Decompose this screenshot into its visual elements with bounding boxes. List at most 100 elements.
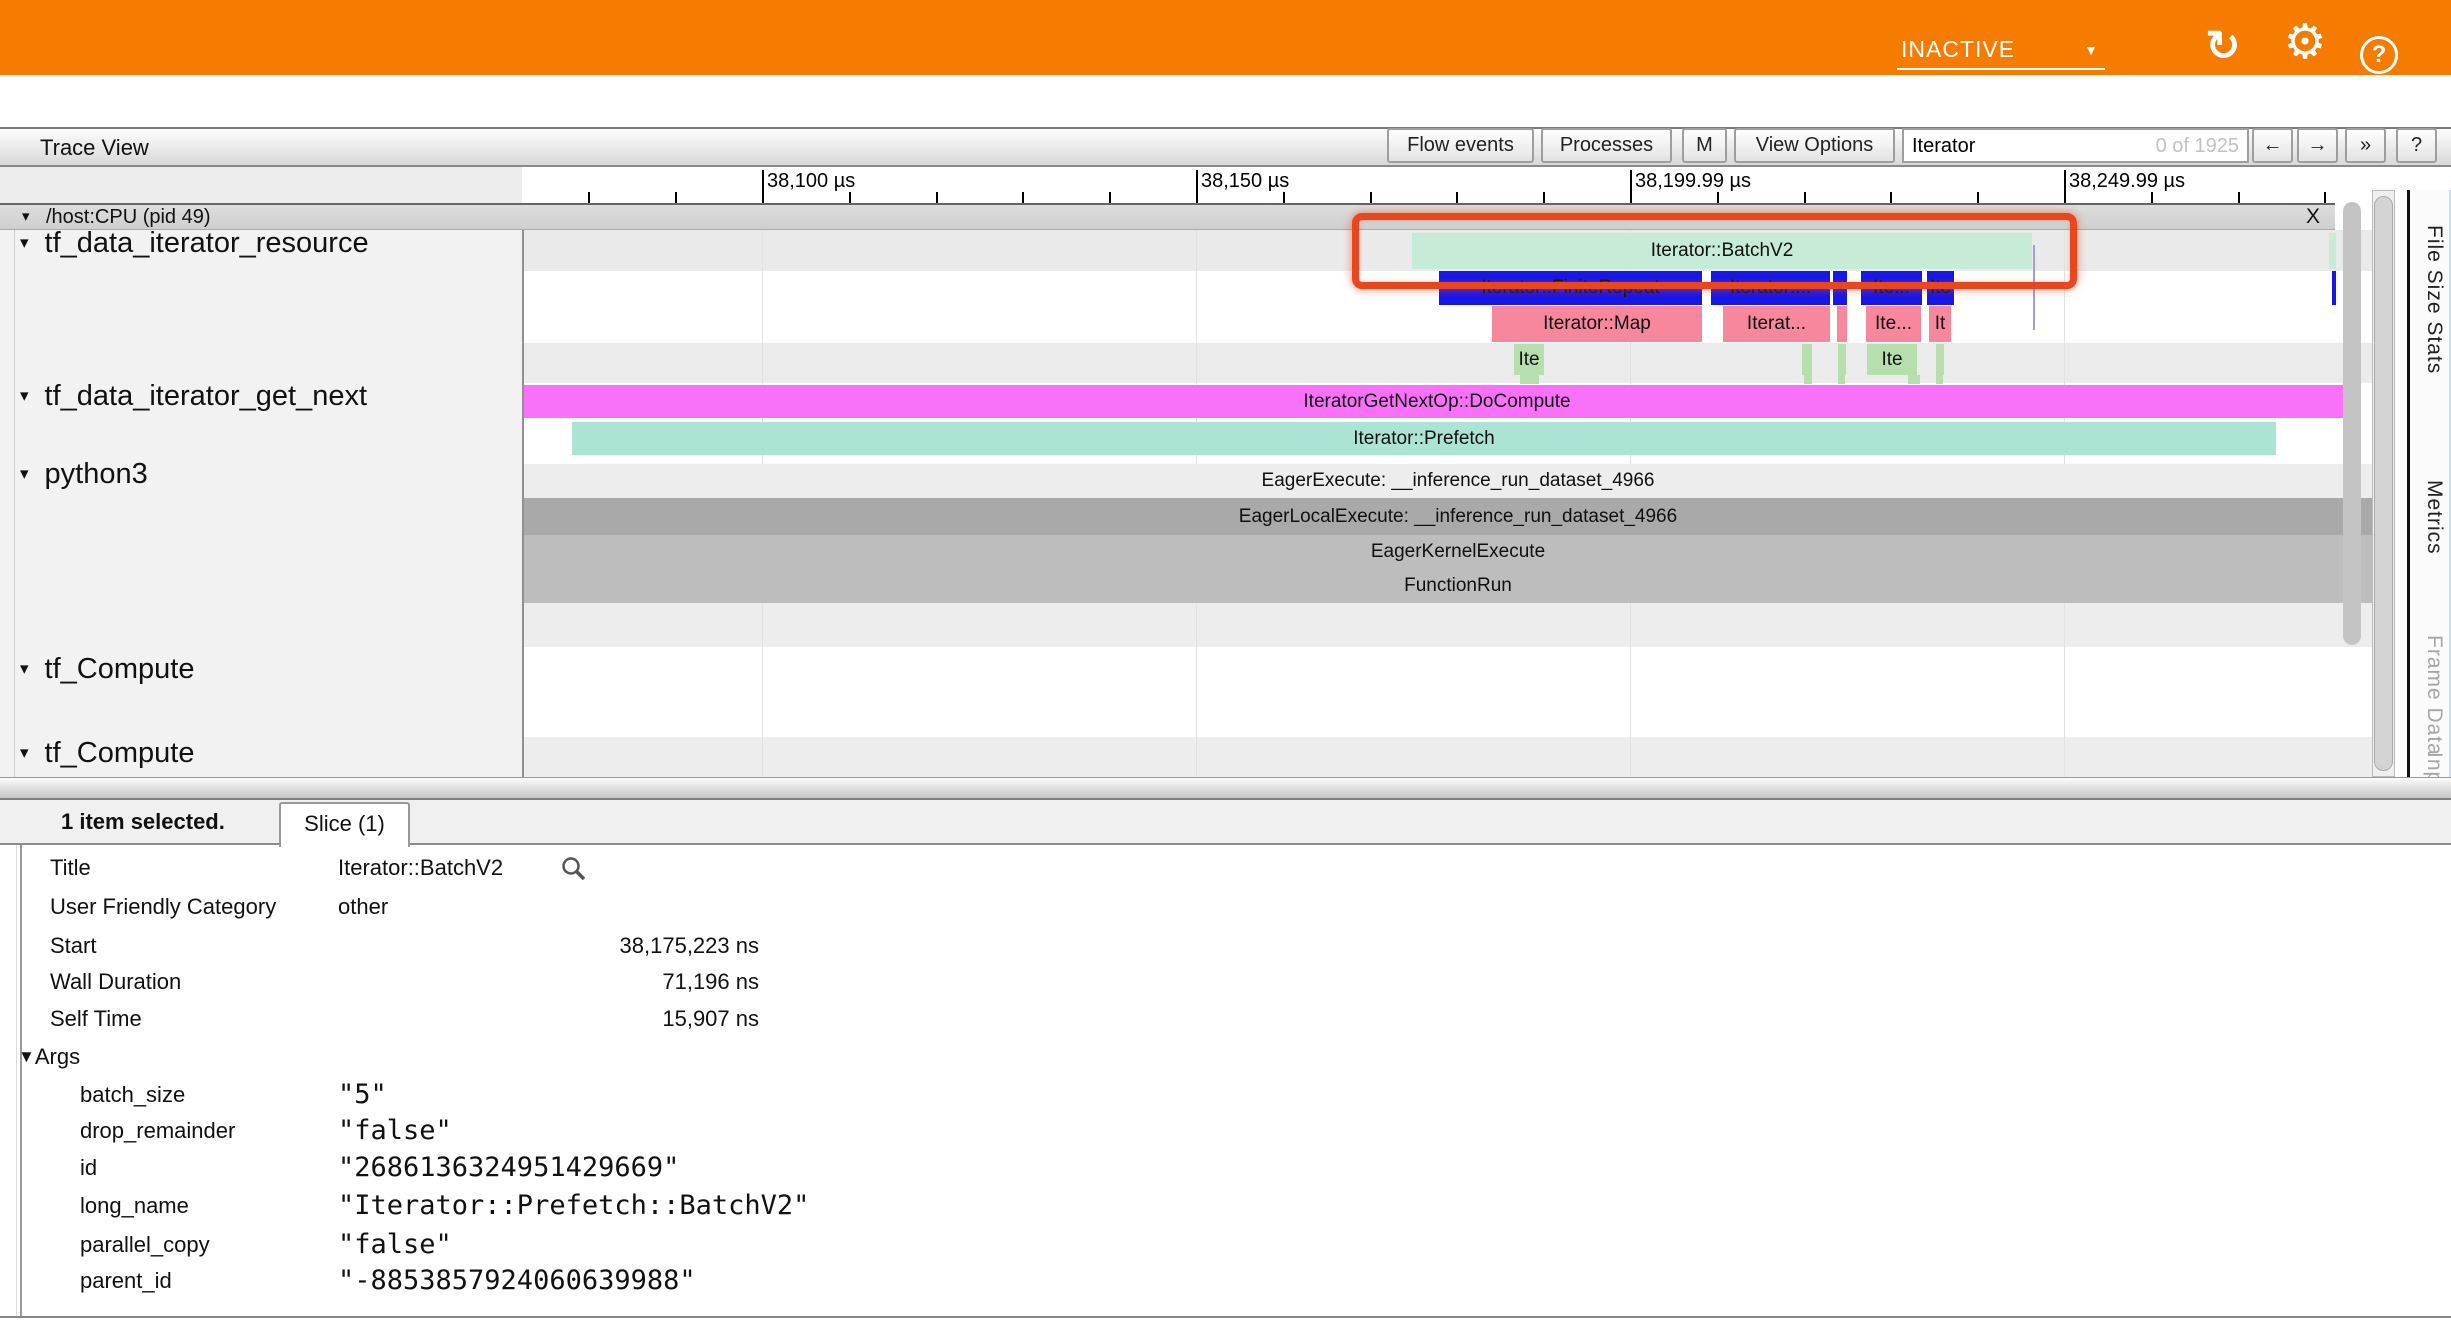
trace-event-bar[interactable]: FunctionRun [524,569,2392,603]
track-label-text: tf_data_iterator_resource [45,227,369,259]
trace-event-bar[interactable]: EagerKernelExecute [524,535,2392,569]
trace-event-bar[interactable]: Iterator::Map [1492,306,1702,342]
args-label: Args [35,1044,80,1069]
ruler-minor-tick [2324,192,2326,203]
trace-event-bar[interactable] [1838,375,1845,384]
arg-row-batch-size: batch_size"5" [0,1076,1000,1114]
trace-event-bar[interactable]: Iterator::BatchV2 [1412,233,2032,269]
canvas-scrollbar-thumb[interactable] [2343,202,2361,645]
trace-event-bar[interactable] [1520,375,1539,384]
triangle-down-icon: ▾ [20,233,29,252]
trace-event-bar[interactable] [1936,344,1944,375]
detail-row-user-friendly-category: User Friendly Categoryother [0,888,1000,926]
arg-row-drop-remainder: drop_remainder"false" [0,1112,1000,1150]
trace-event-bar[interactable]: Iterator:... [1711,271,1830,305]
help-icon[interactable]: ? [2360,36,2398,74]
track-label-text: python3 [45,458,148,490]
trace-event-bar[interactable] [2329,233,2336,269]
arg-label: drop_remainder [80,1112,235,1150]
trace-event-bar[interactable] [1936,375,1943,384]
trace-event-bar[interactable]: Ite [1927,271,1954,305]
ruler-minor-tick [1804,192,1806,203]
ruler-minor-tick [1977,192,1979,203]
toolbar-button-processes[interactable]: Processes [1541,128,1672,163]
event-edge-marker [2033,245,2035,330]
trace-event-bar[interactable]: EagerExecute: __inference_run_dataset_49… [524,464,2392,498]
close-icon[interactable]: X [2306,205,2320,229]
timeline-canvas[interactable]: Iterator::BatchV2Iterator::FiniteRepeatI… [524,230,2392,777]
magnifier-icon[interactable] [560,855,588,883]
sidebar-tab-file-size-stats[interactable]: File Size Stats [2416,225,2446,374]
trace-event-bar[interactable]: Ite [1514,344,1544,375]
trace-event-bar[interactable] [1802,344,1812,375]
trace-event-bar[interactable]: Iterator::Prefetch [572,422,2276,455]
gear-icon[interactable]: ⚙ [2278,18,2332,68]
triangle-down-icon: ▾ [20,386,29,405]
refresh-icon[interactable]: ↻ [2198,24,2248,68]
track-label-tf-compute-4[interactable]: ▾tf_Compute [20,737,194,770]
trace-event-bar[interactable] [2332,271,2336,305]
track-label-tf-compute-3[interactable]: ▾tf_Compute [20,653,194,686]
track-label-text: tf_Compute [45,737,195,769]
ruler-tick-label: 38,249.99 µs [2069,170,2185,192]
tab-slice[interactable]: Slice (1) [279,802,410,847]
trace-event-bar[interactable] [1838,344,1846,375]
ruler-minor-tick [1283,192,1285,203]
trace-event-bar[interactable] [1833,271,1847,305]
toolbar-button-view-options[interactable]: View Options [1734,128,1895,163]
track-label-tf-data-iterator-get-next-1[interactable]: ▾ tf_data_iterator_get_next [20,380,367,413]
row-band [524,737,2392,777]
args-toggle[interactable]: ▼Args [18,1038,80,1076]
trace-event-bar[interactable]: EagerLocalExecute: __inference_run_datas… [524,498,2392,535]
toolbar-button-flow-events[interactable]: Flow events [1387,128,1534,163]
help-button[interactable]: ? [2396,128,2437,163]
detail-label: User Friendly Category [50,888,276,926]
trace-event-bar[interactable]: Ite... [1866,306,1921,342]
sidebar-tab-frame-data[interactable]: Frame Data [2416,635,2446,756]
trace-event-bar[interactable]: It [1929,306,1951,342]
trace-event-bar[interactable] [1908,375,1920,384]
detail-row-start: Start38,175,223 ns [0,927,1000,965]
trace-event-bar[interactable] [1837,306,1847,342]
track-label-text: tf_data_iterator_get_next [45,380,367,412]
trace-event-bar[interactable]: Iterat... [1723,306,1830,342]
track-label-python3-2[interactable]: ▾ python3 [20,458,148,491]
ruler-major-tick [2064,170,2066,203]
row-band [524,603,2392,647]
search-next-button[interactable]: → [2297,128,2338,163]
toolbar-button-m[interactable]: M [1682,128,1727,163]
status-label: INACTIVE [1901,36,2015,63]
arg-label: id [80,1149,97,1187]
detail-row-title: TitleIterator::BatchV2 [0,849,1000,887]
trace-event-bar[interactable]: Ite [1867,344,1917,375]
trace-viewer-app: INACTIVE ▼ ↻ ⚙ ? Trace View Flow eventsP… [0,0,2451,1321]
search-prev-button[interactable]: ← [2252,128,2293,163]
trace-event-bar[interactable]: Ite... [1861,271,1922,305]
ruler-minor-tick [2151,192,2153,203]
skip-forward-button[interactable]: » [2345,128,2386,163]
sidebar-tab-input-pipeline[interactable]: Input Pipeline [2416,752,2446,777]
track-label-tf-data-iterator-resource-0[interactable]: ▾ tf_data_iterator_resource [20,227,369,260]
ruler-minor-tick [1370,192,1372,203]
panel-splitter[interactable] [0,777,2451,800]
ruler-minor-tick [1543,192,1545,203]
triangle-down-icon: ▾ [20,464,29,483]
trace-event-bar[interactable]: Iterator::FiniteRepeat [1439,271,1702,305]
page-title: Trace View [40,131,149,165]
arg-value: "-8853857924060639988" [338,1262,696,1300]
sidebar-tab-metrics[interactable]: Metrics [2416,480,2446,555]
detail-row-self-time: Self Time15,907 ns [0,1000,1000,1038]
outer-scrollbar-thumb[interactable] [2374,196,2393,771]
arg-value: "2686136324951429669" [338,1149,679,1187]
status-dropdown[interactable]: INACTIVE ▼ [1897,28,2105,70]
ruler-minor-tick [1456,192,1458,203]
ruler-tick-label: 38,150 µs [1201,170,1289,192]
process-header[interactable]: ▾ /host:CPU (pid 49) X [0,203,2335,230]
label-column-gutter [14,230,15,777]
detail-row-wall-duration: Wall Duration71,196 ns [0,963,1000,1001]
ruler-minor-tick [1022,192,1024,203]
trace-event-bar[interactable]: IteratorGetNextOp::DoCompute [524,385,2350,418]
ruler-minor-tick [588,192,590,203]
search-input[interactable]: Iterator 0 of 1925 [1902,128,2249,163]
trace-event-bar[interactable] [1804,375,1812,384]
